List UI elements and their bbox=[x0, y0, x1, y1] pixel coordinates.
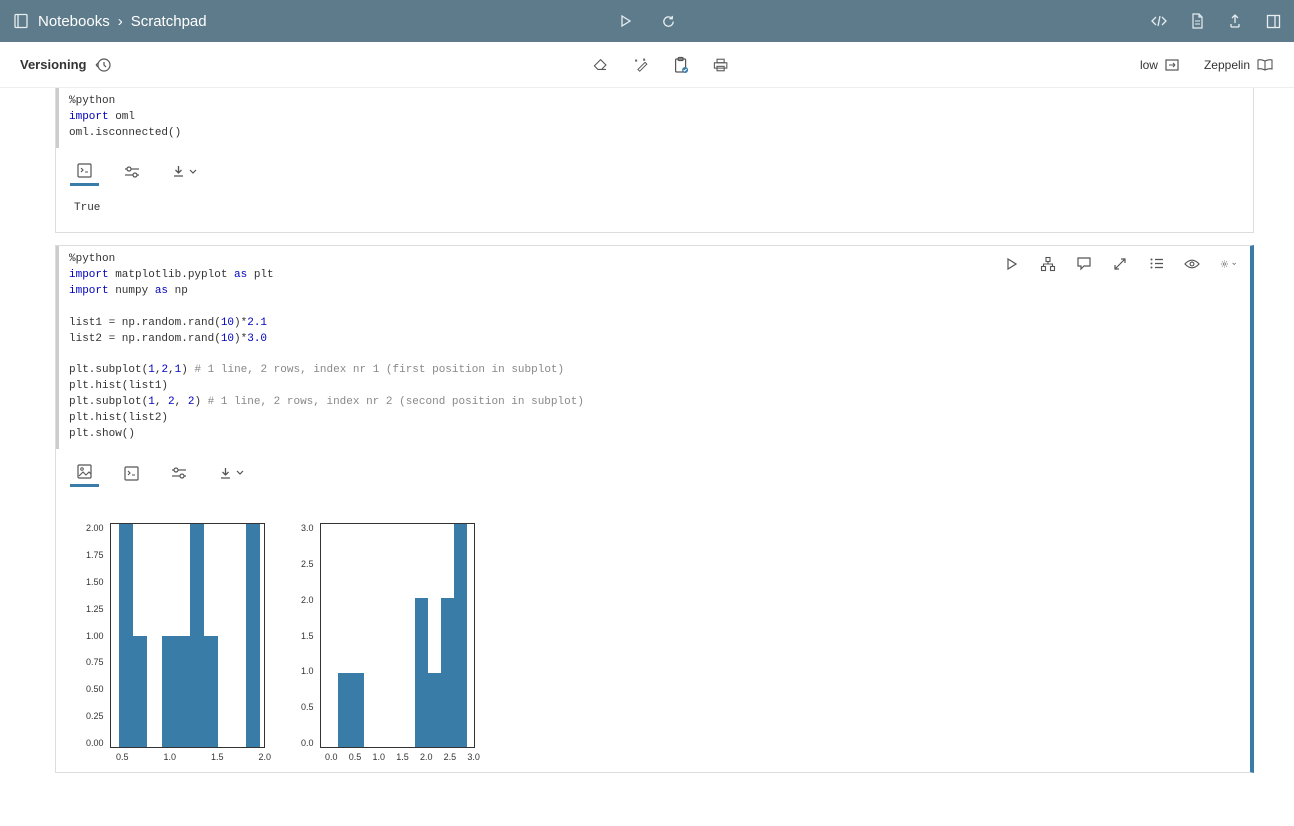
output-text-tab-2[interactable] bbox=[117, 461, 146, 486]
versioning-label: Versioning bbox=[20, 57, 86, 72]
chart-output: 2.001.751.501.251.000.750.500.250.00 0.5… bbox=[56, 493, 1250, 772]
download-tab-2[interactable] bbox=[212, 462, 250, 485]
engine-label: Zeppelin bbox=[1204, 58, 1250, 72]
subbar-center bbox=[593, 57, 729, 73]
run-cell-icon[interactable] bbox=[1004, 256, 1020, 272]
hierarchy-icon[interactable] bbox=[1040, 256, 1056, 272]
code-icon[interactable] bbox=[1150, 12, 1168, 30]
chevron-down-icon bbox=[236, 470, 244, 476]
refresh-icon[interactable] bbox=[659, 12, 677, 30]
breadcrumb-sep: › bbox=[118, 13, 123, 30]
subbar: Versioning low Zeppelin bbox=[0, 42, 1294, 88]
history-icon bbox=[94, 56, 112, 74]
chevron-down-icon bbox=[189, 169, 197, 175]
eye-icon[interactable] bbox=[1184, 256, 1200, 272]
chart-1: 2.001.751.501.251.000.750.500.250.00 0.5… bbox=[86, 523, 271, 762]
topbar: Notebooks › Scratchpad bbox=[0, 0, 1294, 42]
cell-2-toolbar bbox=[1004, 256, 1236, 272]
download-tab[interactable] bbox=[165, 160, 203, 183]
mode-label: low bbox=[1140, 58, 1158, 72]
breadcrumb-page[interactable]: Scratchpad bbox=[131, 13, 207, 30]
mode-selector[interactable]: low bbox=[1140, 58, 1180, 72]
magic-icon[interactable] bbox=[633, 57, 649, 73]
engine-selector[interactable]: Zeppelin bbox=[1204, 58, 1274, 72]
expand-icon[interactable] bbox=[1112, 256, 1128, 272]
cell-1-code[interactable]: %python import oml oml.isconnected() bbox=[56, 88, 1253, 148]
print-icon[interactable] bbox=[713, 57, 729, 73]
export-icon[interactable] bbox=[1226, 12, 1244, 30]
panel-icon[interactable] bbox=[1264, 12, 1282, 30]
gear-icon[interactable] bbox=[1220, 256, 1236, 272]
topbar-center bbox=[617, 12, 677, 30]
chevron-down-icon bbox=[1232, 261, 1236, 267]
cell-2: %python import matplotlib.pyplot as plt … bbox=[55, 245, 1254, 773]
notebook-icon bbox=[12, 12, 30, 30]
notebook-area: %python import oml oml.isconnected() Tru… bbox=[0, 88, 1294, 825]
topbar-right bbox=[1150, 12, 1282, 30]
list-icon[interactable] bbox=[1148, 256, 1164, 272]
priority-icon bbox=[1164, 58, 1180, 72]
subbar-right: low Zeppelin bbox=[1140, 58, 1274, 72]
cell-1-output-toolbar bbox=[56, 148, 1253, 192]
book-icon bbox=[1256, 58, 1274, 72]
document-icon[interactable] bbox=[1188, 12, 1206, 30]
comment-icon[interactable] bbox=[1076, 256, 1092, 272]
cell-1: %python import oml oml.isconnected() Tru… bbox=[55, 88, 1254, 233]
run-all-icon[interactable] bbox=[617, 12, 635, 30]
clipboard-icon[interactable] bbox=[673, 57, 689, 73]
settings-tab[interactable] bbox=[117, 161, 147, 183]
output-text-tab[interactable] bbox=[70, 158, 99, 186]
cell-1-output: True bbox=[56, 192, 1253, 232]
cell-2-output-toolbar bbox=[56, 449, 1250, 493]
chart-2: 3.02.52.01.51.00.50.0 0.00.51.01.52.02.5… bbox=[301, 523, 480, 762]
output-image-tab[interactable] bbox=[70, 459, 99, 487]
settings-tab-2[interactable] bbox=[164, 462, 194, 484]
eraser-icon[interactable] bbox=[593, 57, 609, 73]
versioning-group[interactable]: Versioning bbox=[20, 56, 112, 74]
cell-2-code[interactable]: %python import matplotlib.pyplot as plt … bbox=[56, 246, 1250, 449]
breadcrumb-root[interactable]: Notebooks bbox=[38, 13, 110, 30]
breadcrumb: Notebooks › Scratchpad bbox=[12, 12, 207, 30]
